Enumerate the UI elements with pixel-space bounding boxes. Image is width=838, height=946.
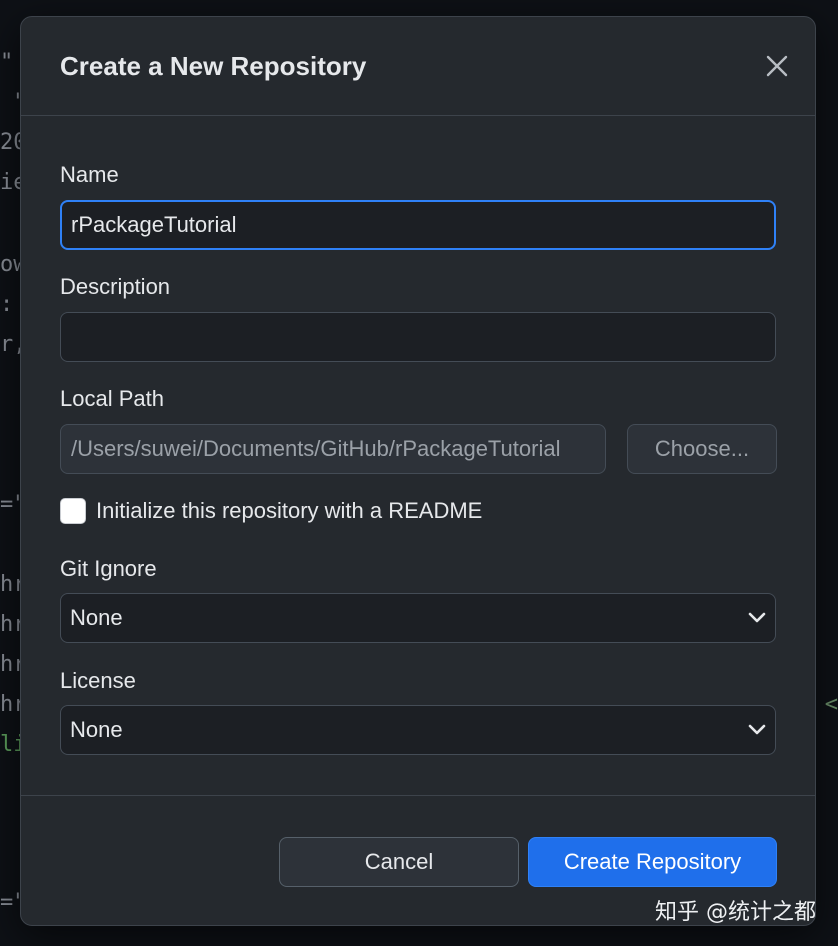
- chevron-down-icon: [748, 724, 766, 735]
- background-code-line: <: [824, 692, 838, 717]
- close-button[interactable]: [761, 50, 793, 82]
- name-label: Name: [60, 162, 119, 187]
- dialog-header: Create a New Repository: [21, 17, 815, 116]
- cancel-button[interactable]: Cancel: [279, 837, 519, 887]
- background-code-line: ": [0, 50, 14, 75]
- close-icon: [766, 55, 788, 77]
- license-label: License: [60, 668, 136, 693]
- gitignore-selected-value: None: [70, 605, 123, 630]
- gitignore-select[interactable]: None: [60, 593, 776, 643]
- local-path-label: Local Path: [60, 386, 164, 411]
- create-repository-button[interactable]: Create Repository: [528, 837, 777, 887]
- description-input[interactable]: [60, 312, 776, 362]
- choose-button[interactable]: Choose...: [627, 424, 777, 474]
- name-input[interactable]: rPackageTutorial: [60, 200, 776, 250]
- chevron-down-icon: [748, 612, 766, 623]
- readme-checkbox-label[interactable]: Initialize this repository with a README: [96, 498, 482, 524]
- readme-checkbox-row[interactable]: Initialize this repository with a README: [60, 498, 482, 524]
- dialog-body: Name rPackageTutorial Description Local …: [21, 116, 815, 796]
- watermark: 知乎 @统计之都: [655, 900, 816, 925]
- license-selected-value: None: [70, 717, 123, 742]
- local-path-input[interactable]: /Users/suwei/Documents/GitHub/rPackageTu…: [60, 424, 606, 474]
- description-label: Description: [60, 274, 171, 299]
- license-select[interactable]: None: [60, 705, 776, 755]
- create-repository-dialog: Create a New Repository Name rPackageTut…: [20, 16, 816, 926]
- gitignore-label: Git Ignore: [60, 556, 157, 581]
- background-code-line: :: [0, 292, 14, 317]
- dialog-title: Create a New Repository: [60, 51, 367, 81]
- readme-checkbox[interactable]: [60, 498, 86, 524]
